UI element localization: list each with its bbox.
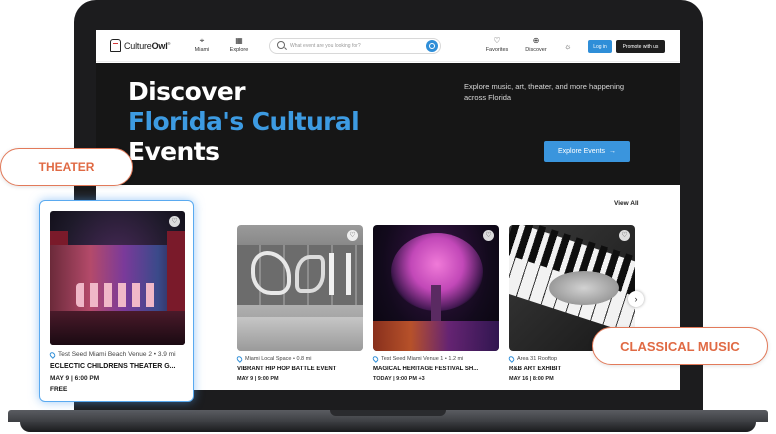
favorites-nav[interactable]: ♡ Favorites — [477, 36, 517, 53]
favorites-label: Favorites — [485, 47, 509, 53]
event-date: MAY 16 | 8:00 PM — [509, 376, 554, 382]
chevron-right-icon[interactable]: › — [628, 291, 644, 307]
search-icon — [277, 41, 285, 49]
arrow-right-icon: → — [609, 148, 617, 155]
image-detail — [50, 311, 185, 345]
hero-subtitle: Explore music, art, theater, and more ha… — [464, 82, 625, 102]
hero-title-line-1: Discover — [128, 77, 246, 106]
image-detail — [431, 285, 441, 321]
location-text: Test Seed Miami Venue 1 • 1.2 mi — [381, 356, 464, 362]
image-detail — [549, 271, 619, 305]
event-date: MAY 9 | 6:00 PM — [50, 375, 100, 382]
globe-icon: ⊕ — [532, 36, 540, 45]
location-text: Miami Local Space • 0.8 mi — [245, 356, 312, 362]
pin-icon — [235, 355, 244, 363]
explore-label: Explore — [229, 47, 249, 53]
event-price: FREE — [50, 386, 68, 393]
event-title[interactable]: VIBRANT HIP HOP BATTLE EVENT — [237, 366, 363, 372]
heart-icon[interactable]: ♡ — [169, 216, 180, 227]
laptop-base-bottom — [20, 422, 756, 432]
search-button[interactable] — [426, 40, 438, 52]
featured-meta: Test Seed Miami Beach Venue 2 • 3.9 mi E… — [48, 350, 188, 393]
location-label: Miami — [194, 47, 210, 53]
hero-banner: Discover Florida's Cultural Events Explo… — [96, 63, 680, 185]
hero-title: Discover Florida's Cultural Events — [128, 77, 360, 167]
location-text: Test Seed Miami Beach Venue 2 • 3.9 mi — [58, 351, 176, 358]
event-location: Test Seed Miami Venue 1 • 1.2 mi — [371, 355, 499, 363]
search-bar — [269, 38, 441, 54]
logo-text: CultureOwl® — [124, 40, 171, 51]
pin-icon — [48, 350, 57, 359]
image-detail — [76, 283, 160, 307]
discover-label: Discover — [525, 47, 547, 53]
logo[interactable]: CultureOwl® — [110, 39, 170, 52]
discover-nav[interactable]: ⊕ Discover — [516, 36, 556, 53]
top-nav: CultureOwl® ⌖ Miami ▦ Explore ♡ Favorite… — [96, 30, 680, 62]
event-image: ♡ — [237, 225, 363, 351]
laptop-notch — [330, 410, 446, 416]
image-detail — [295, 255, 325, 293]
grid-icon: ▦ — [235, 36, 243, 45]
heart-icon[interactable]: ♡ — [483, 230, 494, 241]
explore-events-label: Explore Events — [557, 148, 606, 155]
image-detail — [329, 253, 351, 295]
explore-nav[interactable]: ▦ Explore — [219, 36, 259, 53]
search-input[interactable] — [290, 41, 420, 51]
view-all-link[interactable]: View All — [614, 200, 639, 207]
event-title[interactable]: ECLECTIC CHILDRENS THEATER G... — [50, 363, 188, 370]
theater-tag[interactable]: THEATER — [0, 148, 133, 186]
pin-icon — [371, 355, 380, 363]
event-location: Test Seed Miami Beach Venue 2 • 3.9 mi — [48, 350, 188, 359]
hero-title-line-3: Events — [128, 137, 220, 166]
heart-icon[interactable]: ♡ — [347, 230, 358, 241]
event-card[interactable]: ♡ Miami Local Space • 0.8 mi VIBRANT HIP… — [235, 225, 363, 382]
event-location: Miami Local Space • 0.8 mi — [235, 355, 363, 363]
event-date: TODAY | 9:00 PM +3 — [373, 376, 425, 382]
pin-icon — [507, 355, 516, 363]
heart-icon: ♡ — [493, 36, 501, 45]
image-detail — [237, 317, 363, 351]
explore-events-button[interactable]: Explore Events → — [544, 141, 630, 162]
hero-title-line-2: Florida's Cultural — [128, 107, 360, 136]
event-date: MAY 9 | 9:00 PM — [237, 376, 279, 382]
location-text: Area 31 Rooftop — [517, 356, 558, 362]
classical-music-tag[interactable]: CLASSICAL MUSIC — [592, 327, 768, 365]
event-title[interactable]: MAGICAL HERITAGE FESTIVAL SH... — [373, 366, 499, 372]
login-button[interactable]: Log in — [588, 40, 612, 53]
event-image: ♡ — [50, 211, 185, 345]
event-title[interactable]: R&B ART EXHIBIT — [509, 366, 635, 372]
featured-event-card[interactable]: ♡ Test Seed Miami Beach Venue 2 • 3.9 mi… — [39, 200, 194, 402]
image-detail — [167, 231, 185, 321]
event-card[interactable]: ♡ Test Seed Miami Venue 1 • 1.2 mi MAGIC… — [371, 225, 499, 382]
owl-logo-icon — [110, 39, 121, 52]
pin-icon: ⌖ — [199, 36, 205, 45]
sun-icon[interactable]: ☼ — [564, 42, 571, 51]
laptop-base — [0, 410, 776, 434]
event-image: ♡ — [373, 225, 499, 351]
promote-button[interactable]: Promote with us — [616, 40, 665, 53]
heart-icon[interactable]: ♡ — [619, 230, 630, 241]
image-detail — [373, 321, 499, 351]
location-selector[interactable]: ⌖ Miami — [182, 36, 222, 53]
